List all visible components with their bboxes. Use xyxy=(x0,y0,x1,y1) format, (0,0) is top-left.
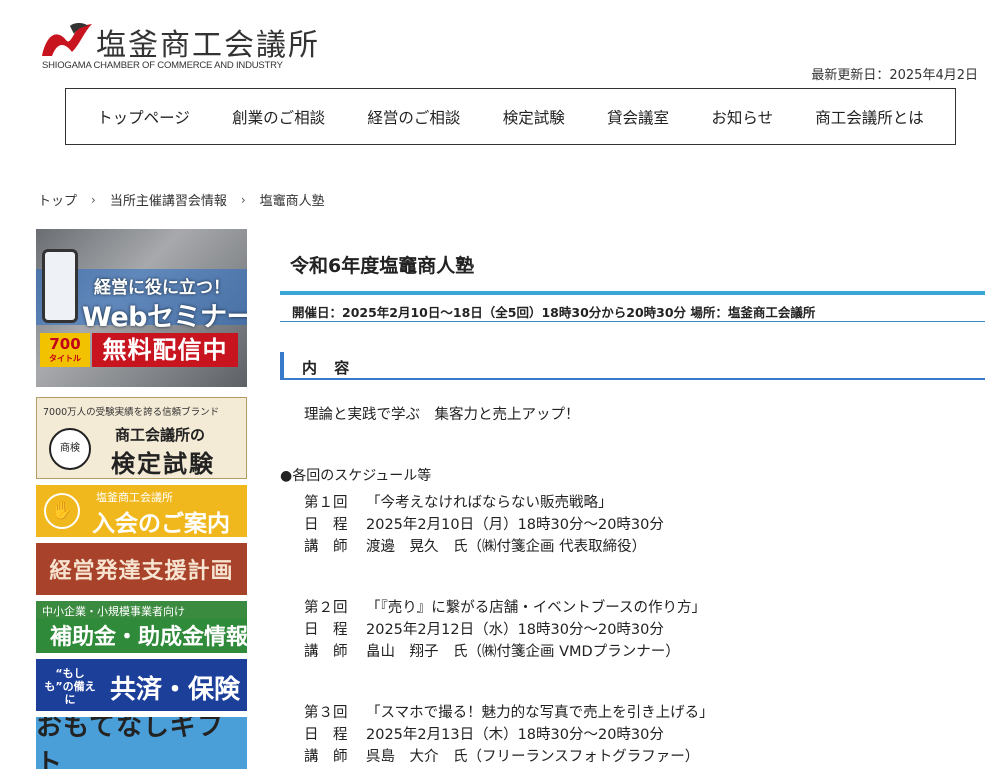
nav-top[interactable]: トップページ xyxy=(97,106,190,128)
org-name-en: SHIOGAMA CHAMBER OF COMMERCE AND INDUSTR… xyxy=(42,60,283,71)
breadcrumb-current: 塩竈商人塾 xyxy=(259,194,325,209)
handshake-icon: ✋ xyxy=(44,493,80,529)
breadcrumb-seminars[interactable]: 当所主催講習会情報 xyxy=(110,190,227,209)
nav-management[interactable]: 経営のご相談 xyxy=(367,106,460,128)
web-seminar-banner[interactable]: 経営に役に立つ！ Webセミナー 700 タイトル 無料配信中 xyxy=(36,229,247,387)
business-plan-banner[interactable]: 経営発達支援計画 xyxy=(36,543,247,595)
last-updated: 最新更新日：2025年4月2日 xyxy=(811,68,978,83)
kentei-banner[interactable]: 7000万人の受験実績を誇る信頼ブランド 商検 商工会議所の 検定試験 xyxy=(36,397,247,479)
nav-rooms[interactable]: 貸会議室 xyxy=(607,106,669,128)
lead-text: 理論と実践で学ぶ 集客力と売上アップ！ xyxy=(304,407,580,423)
sidebar: 経営に役に立つ！ Webセミナー 700 タイトル 無料配信中 7000万人の受験… xyxy=(36,229,247,775)
breadcrumb: トップ › 当所主催講習会情報 › 塩竈商人塾 xyxy=(38,190,325,210)
breadcrumb-separator: › xyxy=(91,192,96,207)
schedule-title: ●各回のスケジュール等 xyxy=(280,468,432,484)
section-heading: 内 容 xyxy=(280,352,985,380)
chamber-logo-icon xyxy=(42,23,92,56)
smartphone-icon xyxy=(42,249,78,323)
gift-banner[interactable]: おもてなしギフト xyxy=(36,717,247,769)
org-name: 塩釜商工会議所 xyxy=(96,28,320,63)
nav-news[interactable]: お知らせ xyxy=(711,106,773,128)
insurance-banner[interactable]: “もしも”の備えに 共済・保険 xyxy=(36,659,247,711)
site-logo[interactable]: 塩釜商工会議所 SHIOGAMA CHAMBER OF COMMERCE AND… xyxy=(40,20,320,72)
breadcrumb-top[interactable]: トップ xyxy=(38,190,77,209)
global-nav: トップページ 創業のご相談 経営のご相談 検定試験 貸会議室 お知らせ 商工会議… xyxy=(65,88,956,145)
nav-startup[interactable]: 創業のご相談 xyxy=(232,106,325,128)
nav-about[interactable]: 商工会議所とは xyxy=(815,106,924,128)
kentei-logo-icon: 商検 xyxy=(49,428,91,470)
session-item: 第２回 「『売り』に繋がる店舗・イベントブースの作り方」 日 程 2025年2月12… xyxy=(304,600,707,660)
session-item: 第３回 「スマホで撮る！魅力的な写真で売上を引き上げる」 日 程 2025年2月13… xyxy=(304,705,714,765)
membership-banner[interactable]: ✋ 塩釜商工会議所 入会のご案内 xyxy=(36,485,247,537)
page-title: 令和6年度塩竈商人塾 xyxy=(290,255,475,277)
nav-exams[interactable]: 検定試験 xyxy=(503,106,565,128)
event-date-line: 開催日：2025年2月10日〜18日（全5回）18時30分から20時30分 場所… xyxy=(280,295,985,322)
breadcrumb-separator: › xyxy=(240,192,246,207)
session-item: 第１回 「今考えなければならない販売戦略」 日 程 2025年2月10日（月）18時… xyxy=(304,495,664,555)
subsidy-banner[interactable]: 中小企業・小規模事業者向け 補助金・助成金情報 xyxy=(36,601,247,653)
title-count-badge: 700 タイトル xyxy=(40,333,90,367)
